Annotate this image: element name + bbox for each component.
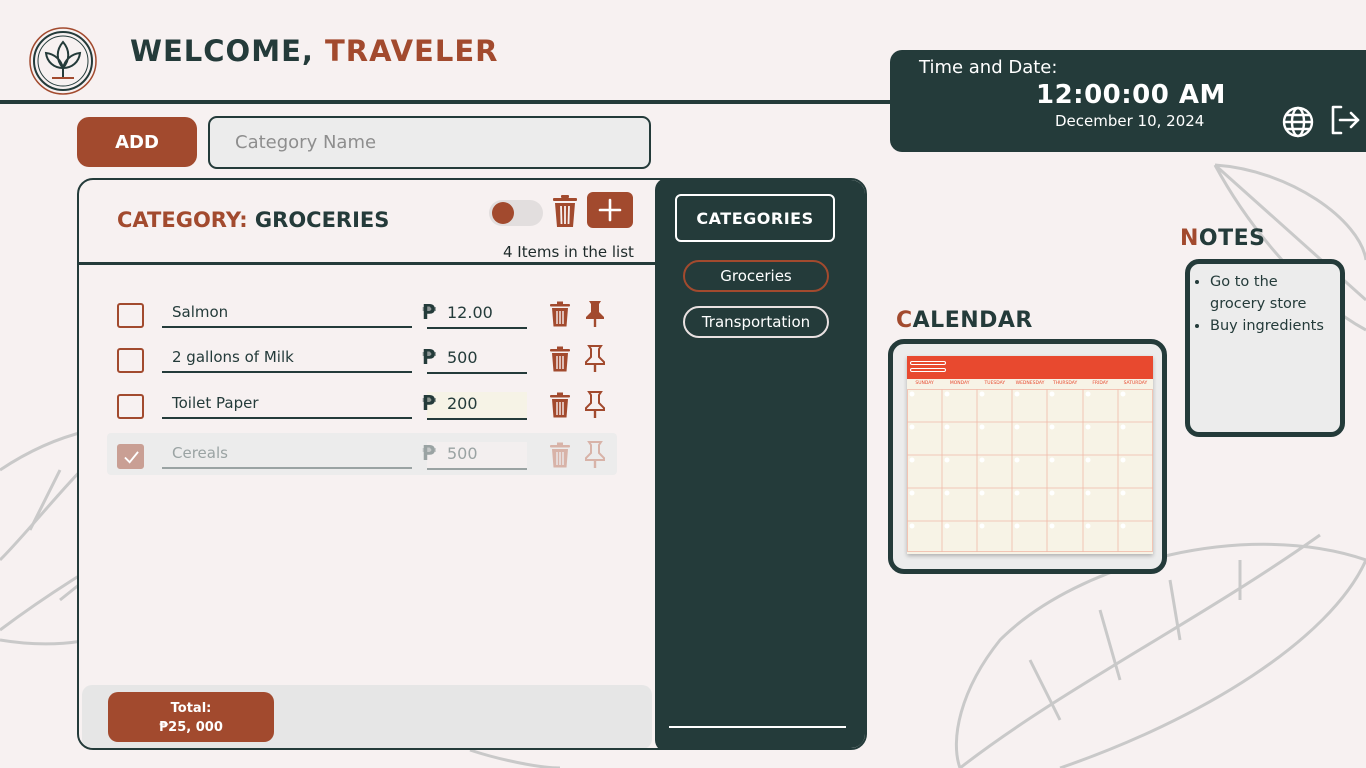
welcome-username: TRAVELER	[325, 34, 499, 68]
add-category-button[interactable]: ADD	[77, 117, 197, 167]
category-pill-groceries[interactable]: Groceries	[683, 260, 829, 292]
total-value: ₱25, 000	[159, 720, 223, 735]
weekday-label: WEDNESDAY	[1015, 381, 1045, 386]
time-date-panel: Time and Date: 12:00:00 AM December 10, …	[890, 50, 1366, 152]
trash-icon[interactable]	[549, 442, 571, 468]
pin-outline-icon[interactable]	[584, 391, 606, 419]
list-item: Salmon 12.00 ₱	[107, 292, 617, 334]
total-label: Total:	[170, 701, 212, 716]
note-item: Buy ingredients	[1210, 315, 1334, 337]
add-item-button[interactable]	[587, 192, 633, 228]
header-divider	[0, 100, 892, 104]
list-item: 2 gallons of Milk 500 ₱	[107, 337, 617, 379]
list-item-checked: Cereals 500 ₱	[107, 433, 617, 475]
categories-sidebar: CATEGORIES Groceries Transportation	[655, 180, 865, 748]
item-checkbox[interactable]	[117, 303, 144, 328]
list-divider	[79, 262, 657, 265]
item-checkbox[interactable]	[117, 394, 144, 419]
category-toggle[interactable]	[489, 200, 543, 226]
item-price[interactable]: 500	[427, 442, 527, 470]
trash-icon[interactable]	[551, 194, 579, 228]
note-item: Go to the grocery store	[1210, 271, 1334, 315]
weekday-label: MONDAY	[949, 381, 970, 386]
category-pill-transportation[interactable]: Transportation	[683, 306, 829, 338]
sidebar-divider	[669, 726, 846, 728]
globe-icon[interactable]	[1281, 105, 1315, 139]
leaf-logo-icon	[29, 27, 97, 95]
item-checkbox[interactable]	[117, 444, 144, 469]
welcome-heading: WELCOME, TRAVELER	[130, 34, 498, 68]
calendar-heading-rest: ALENDAR	[912, 308, 1033, 333]
welcome-prefix: WELCOME,	[130, 34, 314, 68]
current-date: December 10, 2024	[1055, 112, 1205, 130]
category-label: CATEGORY:	[117, 208, 248, 232]
calendar-sheet: SUNDAY MONDAY TUESDAY WEDNESDAY THURSDAY…	[907, 356, 1153, 554]
pin-icon[interactable]	[584, 300, 606, 328]
calendar-year-field	[910, 368, 946, 372]
categories-heading: CATEGORIES	[675, 194, 835, 242]
weekday-label: SUNDAY	[915, 381, 934, 386]
weekday-label: FRIDAY	[1092, 381, 1109, 386]
currency-symbol: ₱	[422, 345, 436, 369]
trash-icon[interactable]	[549, 301, 571, 327]
calendar-weekdays: SUNDAY MONDAY TUESDAY WEDNESDAY THURSDAY…	[907, 381, 1153, 386]
weekday-label: TUESDAY	[984, 381, 1006, 386]
calendar-month-field	[910, 361, 946, 365]
category-name-input[interactable]	[208, 116, 651, 169]
toggle-knob	[492, 202, 514, 224]
category-name: GROCERIES	[254, 208, 390, 232]
notes-heading-rest: OTES	[1198, 226, 1266, 251]
item-checkbox[interactable]	[117, 348, 144, 373]
item-name[interactable]: 2 gallons of Milk	[162, 345, 412, 373]
weekday-label: THURSDAY	[1052, 381, 1078, 386]
plus-icon	[598, 198, 622, 222]
calendar-header-bar	[907, 356, 1153, 379]
time-date-label: Time and Date:	[919, 57, 1058, 78]
total-bar: Total: ₱25, 000	[82, 685, 652, 748]
item-price[interactable]: 200	[427, 392, 527, 420]
item-name[interactable]: Salmon	[162, 300, 412, 328]
current-time: 12:00:00 AM	[1036, 80, 1226, 110]
item-price[interactable]: 12.00	[427, 301, 527, 329]
calendar-grid	[907, 389, 1153, 552]
notes-panel[interactable]: Go to the grocery store Buy ingredients	[1185, 259, 1345, 437]
weekday-label: SATURDAY	[1123, 381, 1148, 386]
item-name[interactable]: Toilet Paper	[162, 391, 412, 419]
currency-symbol: ₱	[422, 441, 436, 465]
list-item: Toilet Paper 200 ₱	[107, 383, 617, 425]
check-icon	[124, 451, 139, 464]
category-list-panel: CATEGORY: GROCERIES 4 Items in the list …	[77, 178, 867, 750]
total-badge: Total: ₱25, 000	[108, 692, 274, 742]
currency-symbol: ₱	[422, 391, 436, 415]
notes-heading: NOTES	[1180, 226, 1266, 251]
trash-icon[interactable]	[549, 346, 571, 372]
currency-symbol: ₱	[422, 300, 436, 324]
logout-icon[interactable]	[1328, 103, 1362, 137]
notes-list: Go to the grocery store Buy ingredients	[1197, 271, 1334, 337]
pin-outline-icon[interactable]	[584, 441, 606, 469]
calendar-heading: CALENDAR	[896, 308, 1033, 333]
item-name[interactable]: Cereals	[162, 441, 412, 469]
trash-icon[interactable]	[549, 392, 571, 418]
notes-heading-initial: N	[1180, 226, 1199, 251]
calendar-heading-initial: C	[896, 308, 913, 333]
calendar-widget[interactable]: SUNDAY MONDAY TUESDAY WEDNESDAY THURSDAY…	[888, 339, 1167, 574]
pin-outline-icon[interactable]	[584, 345, 606, 373]
item-price[interactable]: 500	[427, 346, 527, 374]
category-title: CATEGORY: GROCERIES	[117, 208, 389, 232]
item-count: 4 Items in the list	[503, 243, 634, 261]
